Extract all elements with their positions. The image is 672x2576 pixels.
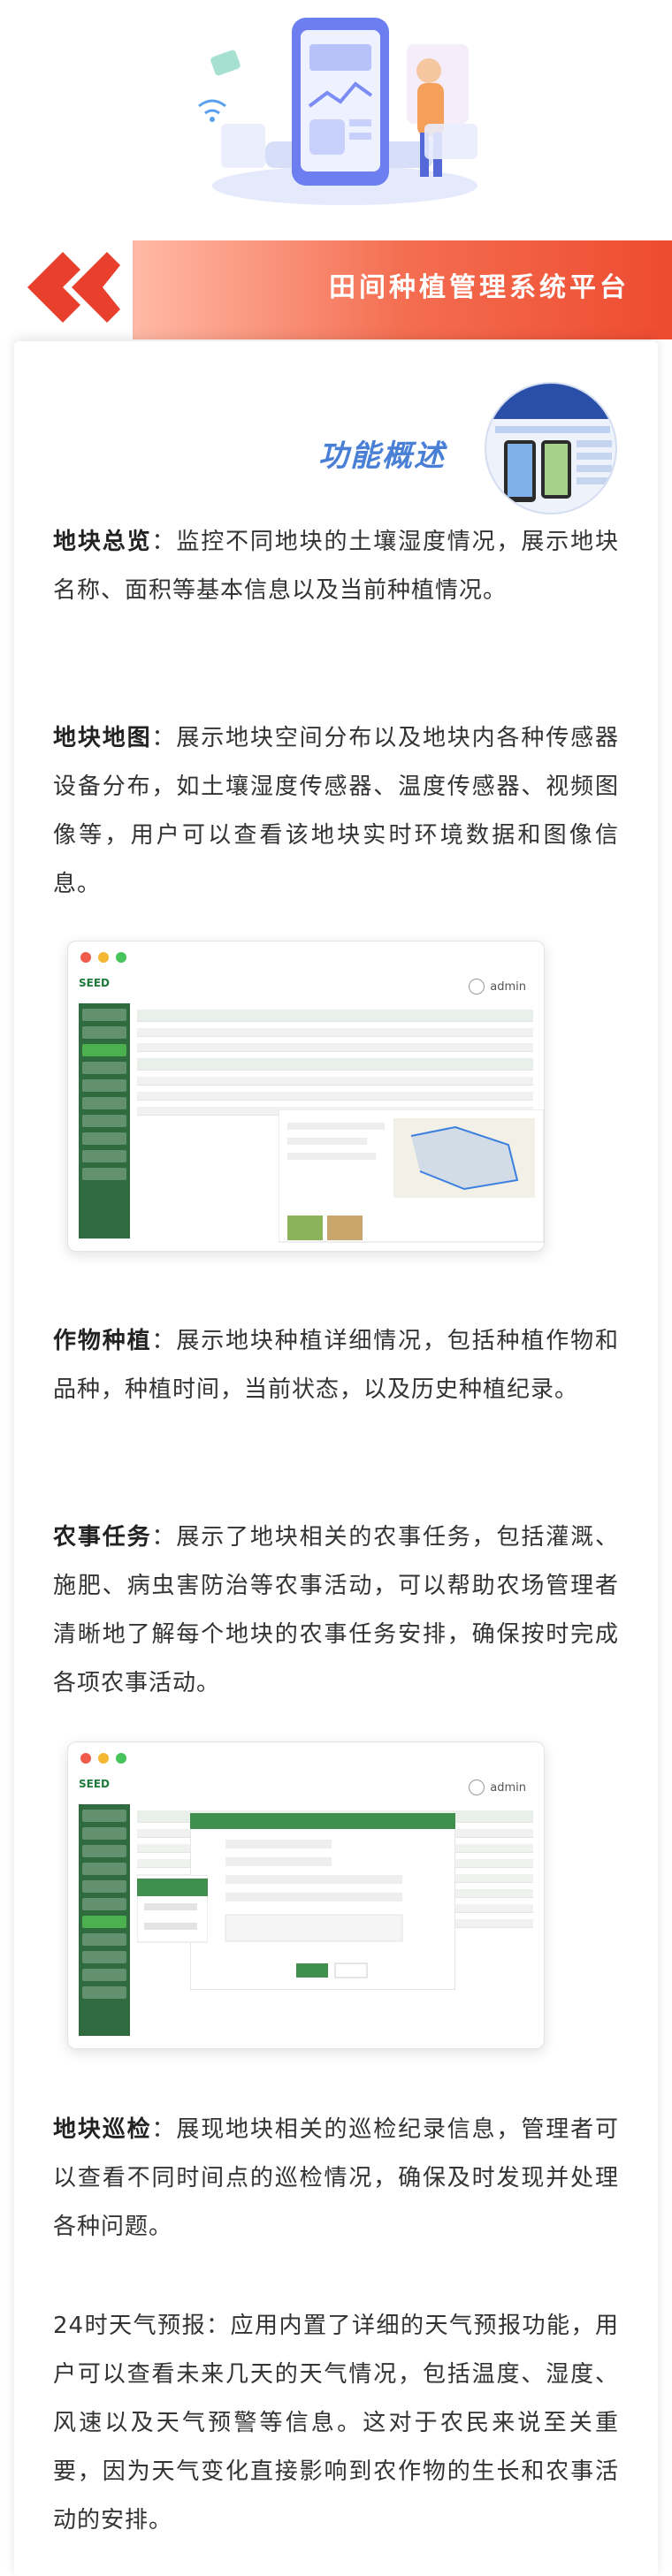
- close-dot-icon: [80, 1753, 91, 1764]
- phone-illustration: [198, 18, 477, 205]
- app-logo: SEED: [79, 977, 110, 989]
- feature-label: 地块巡检: [53, 2116, 152, 2143]
- hero-illustration: [0, 0, 672, 221]
- feature-sep: ：: [151, 1328, 177, 1354]
- feature-crop-planting: 作物种植：展示地块种植详细情况，包括种植作物和品种，种植时间，当前状态，以及历史…: [53, 1317, 619, 1414]
- app-sidebar: [79, 1003, 130, 1238]
- screenshot-farm-tasks: SEED admin: [67, 1741, 545, 2049]
- feature-sep: ：: [151, 725, 177, 751]
- feature-sep: ：: [151, 529, 177, 555]
- app-sidebar: [79, 1804, 130, 2036]
- avatar-icon: [469, 979, 485, 995]
- feature-sep: ：: [151, 1524, 177, 1551]
- feature-weather: 24时天气预报：应用内置了详细的天气预报功能，用户可以查看未来几天的天气情况，包…: [53, 2302, 619, 2545]
- quote-mark-icon: [27, 252, 120, 323]
- feature-label: 地块总览: [53, 529, 152, 555]
- maximize-dot-icon: [116, 1753, 126, 1764]
- feature-label: 农事任务: [53, 1524, 152, 1551]
- app-content: [137, 1003, 544, 1243]
- app-logo: SEED: [79, 1778, 110, 1790]
- screenshot-plot-map: SEED admin: [67, 941, 545, 1252]
- context-menu: [137, 1875, 208, 1943]
- feature-plot-overview: 地块总览：监控不同地块的土壤湿度情况，展示地块名称、面积等基本信息以及当前种植情…: [53, 518, 619, 615]
- user-name: admin: [490, 979, 526, 994]
- map-panel: [279, 1109, 544, 1243]
- feature-label: 地块地图: [53, 725, 152, 751]
- page: 田间种植管理系统平台 功能概述 地块总览：监控不同地块的土壤湿度情况，展示地块名…: [0, 0, 672, 2576]
- section-title: 功能概述: [318, 438, 446, 474]
- close-dot-icon: [80, 952, 91, 963]
- minimize-dot-icon: [98, 1753, 109, 1764]
- feature-sep: ：: [151, 2116, 177, 2143]
- feature-plot-inspection: 地块巡检：展现地块相关的巡检纪录信息，管理者可以查看不同时间点的巡检情况，确保及…: [53, 2106, 619, 2252]
- maximize-dot-icon: [116, 952, 126, 963]
- banner-title: 田间种植管理系统平台: [329, 272, 630, 303]
- brochure-thumbnail: [485, 382, 617, 514]
- user-menu: admin: [469, 1780, 526, 1795]
- minimize-dot-icon: [98, 952, 109, 963]
- user-menu: admin: [469, 979, 526, 995]
- avatar-icon: [469, 1780, 485, 1795]
- feature-plot-map: 地块地图：展示地块空间分布以及地块内各种传感器设备分布，如土壤湿度传感器、温度传…: [53, 714, 619, 909]
- task-dialog: [190, 1813, 455, 1990]
- feature-label: 作物种植: [53, 1328, 152, 1354]
- feature-text: 24时天气预报：应用内置了详细的天气预报功能，用户可以查看未来几天的天气情况，包…: [53, 2313, 619, 2534]
- feature-farm-tasks: 农事任务：展示了地块相关的农事任务，包括灌溉、施肥、病虫害防治等农事活动，可以帮…: [53, 1513, 619, 1708]
- user-name: admin: [490, 1780, 526, 1795]
- app-content: [137, 1804, 533, 2036]
